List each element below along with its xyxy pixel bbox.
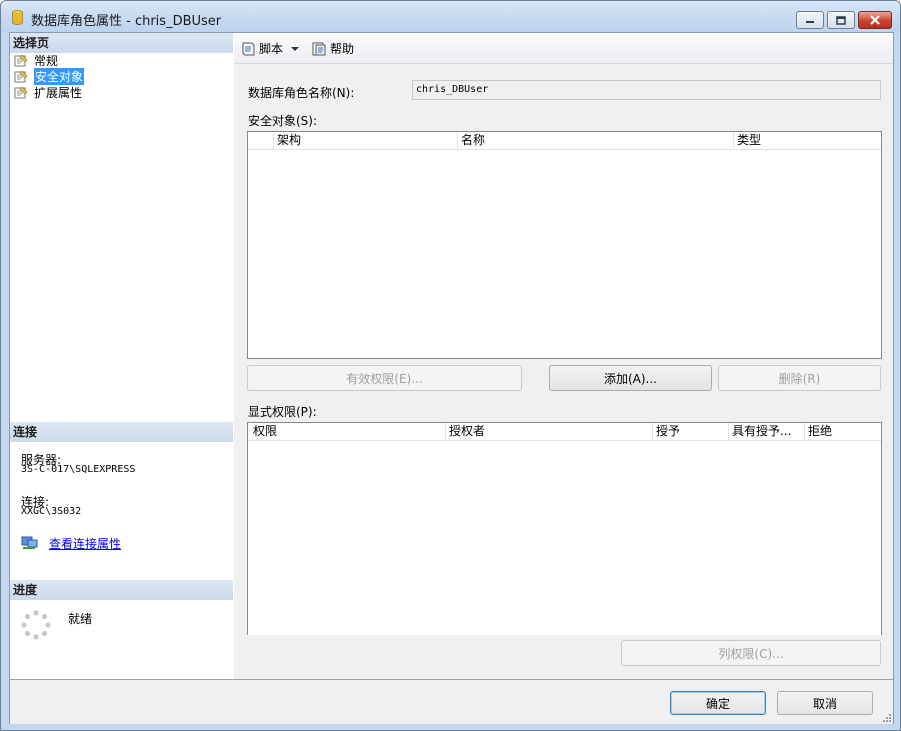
help-label: 帮助 xyxy=(330,42,355,56)
view-connection-properties-link[interactable]: 查看连接属性 xyxy=(49,535,121,552)
select-page-header: 选择页 xyxy=(10,33,233,53)
database-icon xyxy=(12,10,23,25)
role-name-label: 数据库角色名称(N): xyxy=(248,86,355,100)
dialog-client: 选择页 常规 安全对象 扩展属性 连接 服务器: 3S-C-017\SQLEXP… xyxy=(9,32,894,724)
maximize-icon xyxy=(836,15,846,25)
column-header-grantor[interactable]: 授权者 xyxy=(446,423,653,440)
page-item-label: 常规 xyxy=(34,54,59,68)
column-header-grant[interactable]: 授予 xyxy=(653,423,729,440)
add-button[interactable]: 添加(A)... xyxy=(549,365,712,391)
remove-button[interactable]: 删除(R) xyxy=(718,365,881,391)
dialog-footer: 确定 取消 xyxy=(10,679,893,724)
left-pane: 选择页 常规 安全对象 扩展属性 连接 服务器: 3S-C-017\SQLEXP… xyxy=(10,33,235,679)
role-name-field[interactable]: chris_DBUser xyxy=(412,80,881,100)
toolbar: 脚本 帮助 xyxy=(234,33,893,64)
script-button[interactable]: 脚本 xyxy=(240,40,302,57)
minimize-button[interactable] xyxy=(796,11,824,29)
chevron-down-icon[interactable] xyxy=(291,46,300,52)
progress-status: 就绪 xyxy=(68,612,93,626)
resize-grip-icon[interactable] xyxy=(881,712,891,722)
effective-permissions-button[interactable]: 有效权限(E)... xyxy=(247,365,522,391)
column-header-type[interactable]: 类型 xyxy=(734,132,881,149)
column-header-schema[interactable]: 架构 xyxy=(274,132,458,149)
help-icon xyxy=(312,42,326,55)
help-button[interactable]: 帮助 xyxy=(311,40,354,57)
column-permissions-button[interactable]: 列权限(C)... xyxy=(621,640,881,666)
column-header-permission[interactable]: 权限 xyxy=(248,423,446,440)
script-label: 脚本 xyxy=(259,42,284,56)
page-icon xyxy=(14,86,28,99)
page-item-extended-properties[interactable]: 扩展属性 xyxy=(14,85,82,100)
close-button[interactable] xyxy=(858,11,892,29)
page-item-securables[interactable]: 安全对象 xyxy=(14,68,85,85)
permissions-grid[interactable]: 权限 授权者 授予 具有授予... 拒绝 xyxy=(247,422,882,635)
script-icon xyxy=(242,42,255,55)
ok-button[interactable]: 确定 xyxy=(670,691,766,715)
maximize-button[interactable] xyxy=(827,11,855,29)
column-header-name[interactable]: 名称 xyxy=(458,132,734,149)
page-icon xyxy=(14,70,28,83)
column-header-with-grant[interactable]: 具有授予... xyxy=(729,423,805,440)
close-icon xyxy=(870,15,880,25)
progress-spinner-icon xyxy=(21,610,51,640)
minimize-icon xyxy=(806,21,814,23)
permissions-grid-header: 权限 授权者 授予 具有授予... 拒绝 xyxy=(248,423,881,441)
page-icon xyxy=(14,54,28,67)
column-header-deny[interactable]: 拒绝 xyxy=(805,423,881,440)
page-item-label: 安全对象 xyxy=(34,68,85,85)
securables-label: 安全对象(S): xyxy=(248,114,318,128)
page-item-label: 扩展属性 xyxy=(34,86,83,100)
page-item-general[interactable]: 常规 xyxy=(14,53,58,68)
securables-grid[interactable]: 架构 名称 类型 xyxy=(247,131,882,359)
server-value: 3S-C-017\SQLEXPRESS xyxy=(21,464,136,475)
explicit-permissions-label: 显式权限(P): xyxy=(248,405,317,419)
connection-properties-icon xyxy=(21,536,38,549)
dialog-window: 数据库角色属性 - chris_DBUser 选择页 常规 安全对象 扩展属性 xyxy=(0,0,901,731)
connection-header: 连接 xyxy=(10,422,233,442)
right-pane: 脚本 帮助 数据库角色名称(N): chris_DBUser 安全对象(S): … xyxy=(234,33,893,679)
connection-value: XXGC\3S032 xyxy=(21,506,82,517)
cancel-button[interactable]: 取消 xyxy=(777,691,873,715)
title-bar[interactable]: 数据库角色属性 - chris_DBUser xyxy=(1,1,900,33)
window-title: 数据库角色属性 - chris_DBUser xyxy=(31,14,222,29)
progress-header: 进度 xyxy=(10,580,233,600)
grid-row-header-column xyxy=(248,132,274,149)
securables-grid-header: 架构 名称 类型 xyxy=(248,132,881,150)
